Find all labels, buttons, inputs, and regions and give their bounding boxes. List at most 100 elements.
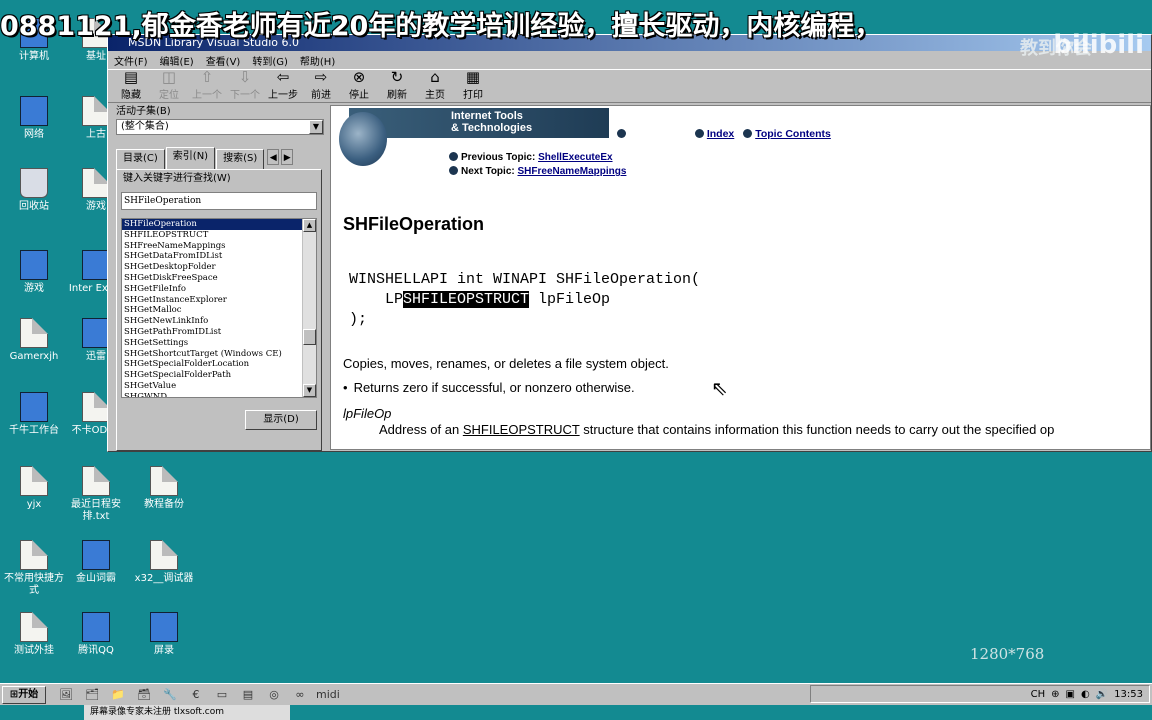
system-tray: CH ⊕ ▣ ◐ 🔊 13:53 xyxy=(810,685,1150,703)
forward-button[interactable]: ⇨ 前进 xyxy=(302,69,340,102)
list-item[interactable]: SHGetDesktopFolder xyxy=(122,262,316,273)
input-method-indicator[interactable]: CH xyxy=(1031,689,1046,700)
menu-help[interactable]: 帮助(H) xyxy=(300,53,335,68)
list-item[interactable]: SHGetDataFromIDList xyxy=(122,251,316,262)
start-button[interactable]: ⊞开始 xyxy=(2,685,46,704)
list-item[interactable]: SHGetPathFromIDList xyxy=(122,327,316,338)
list-item[interactable]: SHGetInstanceExplorer xyxy=(122,295,316,306)
stop-button[interactable]: ⊗ 停止 xyxy=(340,69,378,102)
desktop-icon[interactable]: yjx xyxy=(2,466,66,511)
list-item[interactable]: SHGetNewLinkInfo xyxy=(122,316,316,327)
index-link[interactable]: Index xyxy=(707,128,734,140)
globe-icon xyxy=(339,112,387,166)
quicklaunch-icon[interactable]: 📁 xyxy=(108,687,128,703)
clock[interactable]: 13:53 xyxy=(1114,689,1143,700)
desktop-icon[interactable]: 最近日程安排.txt xyxy=(64,466,128,523)
tab-search[interactable]: 搜索(S) xyxy=(216,149,265,169)
quicklaunch-icon[interactable]: ∞ xyxy=(290,687,310,703)
list-item[interactable]: SHGetSettings xyxy=(122,338,316,349)
list-item[interactable]: SHGetFileInfo xyxy=(122,284,316,295)
topic-contents-link[interactable]: Topic Contents xyxy=(755,128,831,140)
scroll-thumb[interactable] xyxy=(303,329,316,345)
list-item[interactable]: SHFileOperation xyxy=(122,219,302,230)
desktop-icon[interactable]: 回收站 xyxy=(2,168,66,213)
tray-icon[interactable]: ⊕ xyxy=(1051,689,1059,700)
desktop-icon[interactable]: 测试外挂 xyxy=(2,612,66,657)
tray-icon[interactable]: ▣ xyxy=(1066,689,1075,700)
quicklaunch-icon[interactable]: 🗃 xyxy=(134,687,154,703)
print-button[interactable]: ▦ 打印 xyxy=(454,69,492,102)
subset-select[interactable]: (整个集合) ▼ xyxy=(116,119,324,135)
desktop-icon[interactable]: 腾讯QQ xyxy=(64,612,128,657)
tab-index[interactable]: 索引(N) xyxy=(165,147,216,169)
volume-icon[interactable]: 🔊 xyxy=(1096,689,1108,700)
desktop-icon[interactable]: 不常用快捷方式 xyxy=(2,540,66,597)
menu-goto[interactable]: 转到(G) xyxy=(252,53,288,68)
param-desc-post: structure that contains information this… xyxy=(579,422,1055,437)
taskbar: ⊞开始 🖼 🗂 📁 🗃 🔧 € ▭ ▤ ◎ ∞ midi CH ⊕ ▣ ◐ 🔊 13:53 xyxy=(0,683,1152,705)
keyword-input[interactable]: SHFileOperation xyxy=(121,192,317,210)
list-item[interactable]: SHGetValue xyxy=(122,381,316,392)
locate-button[interactable]: ◫ 定位 xyxy=(150,68,188,102)
list-item[interactable]: SHFreeNameMappings xyxy=(122,241,316,252)
quicklaunch-icon[interactable]: 🖼 xyxy=(56,687,76,703)
desktop-icon-label: 不常用快捷方式 xyxy=(4,573,64,596)
desktop-icon-label: 腾讯QQ xyxy=(78,645,114,656)
display-button[interactable]: 显示(D) xyxy=(245,410,317,430)
desktop-icon[interactable]: 教程备份 xyxy=(132,466,196,511)
menu-edit[interactable]: 编辑(E) xyxy=(160,53,194,68)
index-list[interactable]: ▲ ▼ SHFileOperation SHFILEOPSTRUCT SHFreeN… xyxy=(121,218,317,398)
desktop-icon[interactable]: 屏录 xyxy=(132,612,196,657)
quicklaunch-icon[interactable]: ▭ xyxy=(212,687,232,703)
return-text: Returns zero if successful, or nonzero o… xyxy=(353,380,635,395)
tab-scroll-right-icon[interactable]: ▶ xyxy=(281,149,294,165)
quicklaunch-icon[interactable]: midi xyxy=(316,687,340,703)
home-button[interactable]: ⌂ 主页 xyxy=(416,69,454,102)
prev-topic-link[interactable]: ShellExecuteEx xyxy=(538,152,612,163)
list-item[interactable]: SHGetSpecialFolderLocation xyxy=(122,359,316,370)
quicklaunch-icon[interactable]: € xyxy=(186,687,206,703)
toolbar-label: 刷新 xyxy=(387,90,407,101)
quicklaunch-icon[interactable]: ◎ xyxy=(264,687,284,703)
list-item[interactable]: SHGetShortcutTarget (Windows CE) xyxy=(122,349,316,360)
desktop-icon-label: 千牛工作台 xyxy=(9,425,59,436)
desktop-icon[interactable]: 网络 xyxy=(2,96,66,141)
quicklaunch-icon[interactable]: ▤ xyxy=(238,687,258,703)
tab-scroll-left-icon[interactable]: ◀ xyxy=(267,149,280,165)
refresh-button[interactable]: ↻ 刷新 xyxy=(378,69,416,102)
windows-logo-icon: ⊞ xyxy=(9,688,19,700)
list-item[interactable]: SHGetDiskFreeSpace xyxy=(122,273,316,284)
desktop-icon[interactable]: 游戏 xyxy=(2,250,66,295)
tray-icon[interactable]: ◐ xyxy=(1081,689,1090,700)
list-item[interactable]: SHGWND xyxy=(122,392,316,397)
msdn-window: MSDN Library Visual Studio 6.0 文件(F) 编辑(… xyxy=(107,34,1152,452)
scroll-down-icon[interactable]: ▼ xyxy=(303,384,316,397)
tab-contents[interactable]: 目录(C) xyxy=(116,149,165,169)
quicklaunch-icon[interactable]: 🗂 xyxy=(82,687,102,703)
file-icon xyxy=(150,466,178,496)
desktop-icon[interactable]: 金山词霸 xyxy=(64,540,128,585)
up-button[interactable]: ⇧ 上一个 xyxy=(188,69,226,102)
down-button[interactable]: ⇩ 下一个 xyxy=(226,69,264,102)
quicklaunch-icon[interactable]: 🔧 xyxy=(160,687,180,703)
desktop-icon[interactable]: Gamerxjh xyxy=(2,318,66,363)
selected-text[interactable]: SHFILEOPSTRUCT xyxy=(403,291,530,308)
index-list-scrollbar[interactable]: ▲ ▼ xyxy=(302,219,316,397)
desktop-icon[interactable]: 千牛工作台 xyxy=(2,392,66,437)
desktop-icon[interactable]: x32__调试器 xyxy=(132,540,196,585)
hide-button[interactable]: ▤ 隐藏 xyxy=(112,69,150,102)
shfileopstruct-link[interactable]: SHFILEOPSTRUCT xyxy=(463,422,580,437)
back-button[interactable]: ⇦ 上一步 xyxy=(264,69,302,102)
description: Copies, moves, renames, or deletes a fil… xyxy=(343,356,669,371)
list-item[interactable]: SHFILEOPSTRUCT xyxy=(122,230,316,241)
chevron-down-icon[interactable]: ▼ xyxy=(309,120,323,134)
menu-view[interactable]: 查看(V) xyxy=(206,53,241,68)
locate-icon: ◫ xyxy=(161,68,177,86)
list-item[interactable]: SHGetMalloc xyxy=(122,305,316,316)
next-topic-link[interactable]: SHFreeNameMappings xyxy=(518,166,627,177)
menu-file[interactable]: 文件(F) xyxy=(114,53,148,68)
scroll-up-icon[interactable]: ▲ xyxy=(303,219,316,232)
code-line-3: ); xyxy=(349,311,368,328)
list-item[interactable]: SHGetSpecialFolderPath xyxy=(122,370,316,381)
desktop-icon-label: x32__调试器 xyxy=(134,573,194,584)
